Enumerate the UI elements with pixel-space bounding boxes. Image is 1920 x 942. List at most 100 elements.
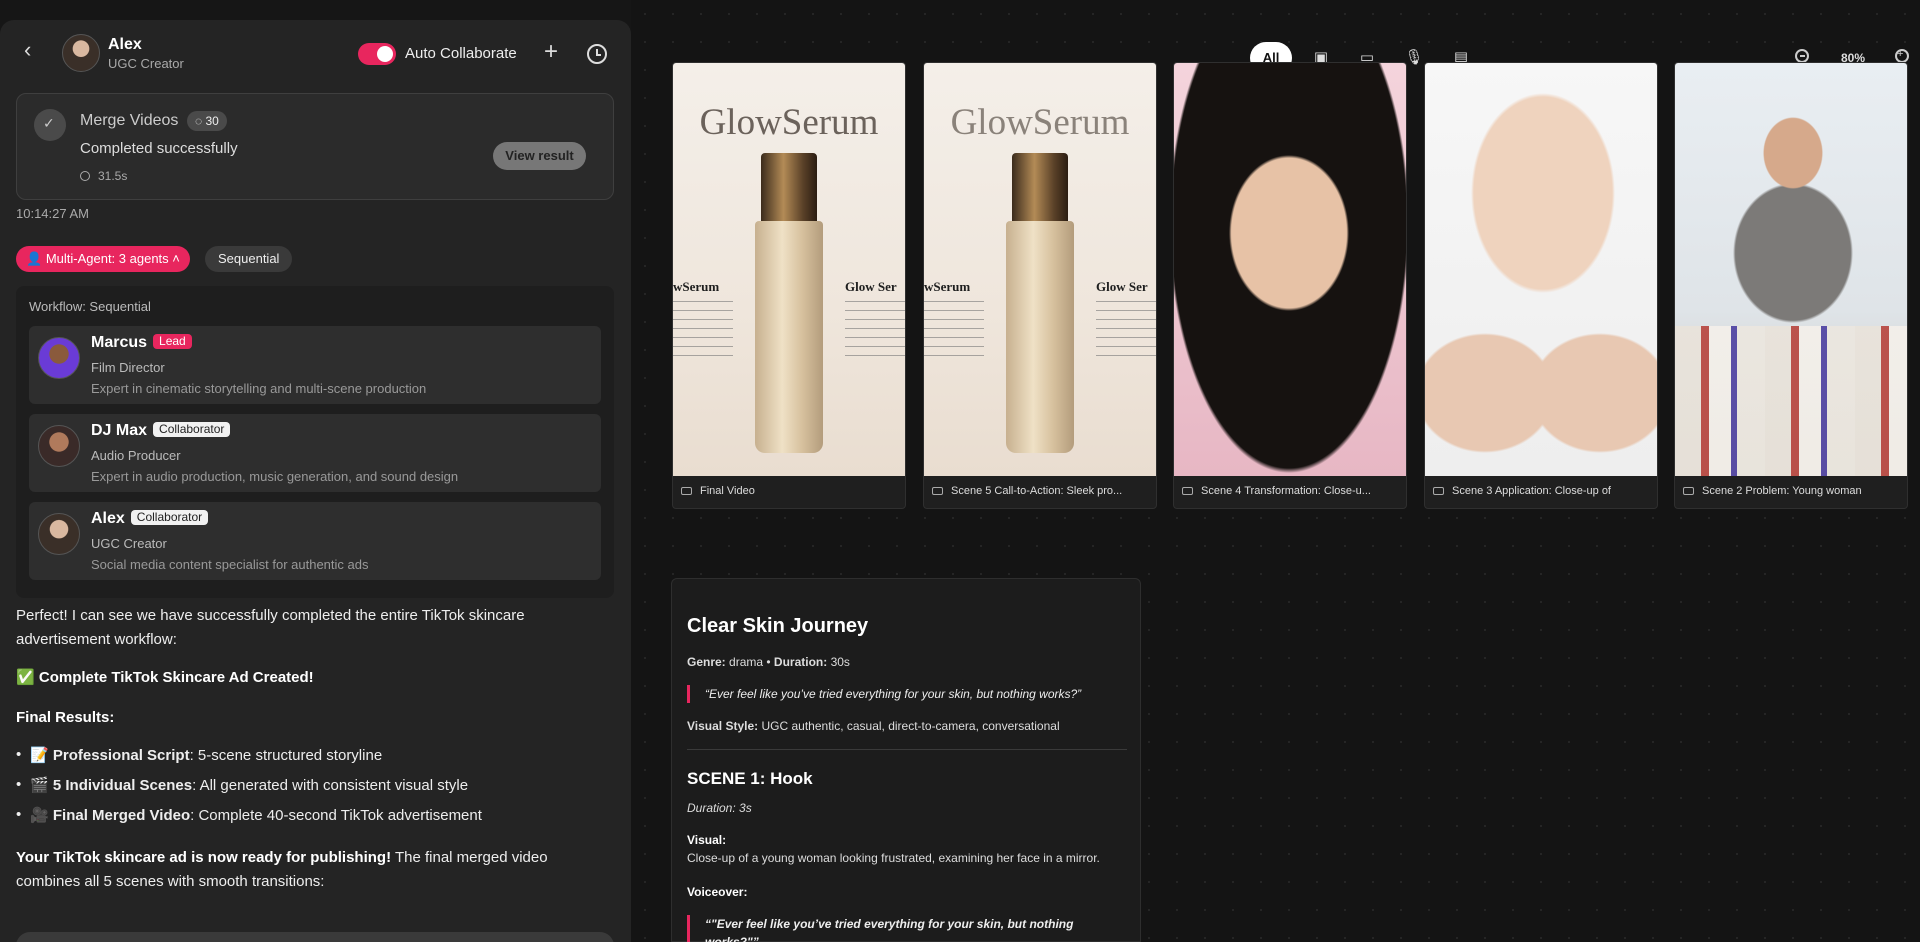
message-headline: ✅ Complete TikTok Skincare Ad Created!: [16, 666, 606, 690]
duration-value: 30s: [827, 655, 850, 669]
scene-heading: SCENE 1: Hook: [687, 769, 813, 788]
fine-print-lines: [924, 301, 984, 361]
auto-collaborate-label: Auto Collaborate: [405, 45, 517, 62]
script-meta: Genre: drama • Duration: 30s: [687, 655, 850, 669]
fine-print-lines: [1096, 301, 1156, 361]
agent-card-name: Alex Collaborator: [91, 510, 209, 528]
video-icon: [1433, 487, 1444, 495]
plus-icon[interactable]: +: [544, 40, 558, 64]
app-root: ‹ Alex UGC Creator Auto Collaborate + Me…: [0, 0, 1920, 942]
agent-card-role: Film Director: [91, 360, 165, 375]
bullet-text: : 5-scene structured storyline: [189, 747, 383, 764]
agent-card-name: DJ Max Collaborator: [91, 422, 231, 440]
media-card-title: Final Video: [700, 485, 755, 497]
agent-card-marcus[interactable]: Marcus Lead Film Director Expert in cinem…: [29, 326, 601, 404]
video-icon: [1683, 487, 1694, 495]
media-card-scene-5[interactable]: GlowSerum wSerum Glow Ser Scene 5 Call-t…: [923, 62, 1157, 509]
agent-name-text: Marcus: [91, 334, 148, 351]
merge-duration-value: 31.5s: [98, 169, 128, 183]
message-closing: Your TikTok skincare ad is now ready for…: [16, 846, 606, 894]
agent-name-text: DJ Max: [91, 422, 148, 439]
fine-print-lines: [845, 301, 905, 361]
avatar: [38, 513, 80, 555]
list-item: 📝 Professional Script: 5-scene structure…: [16, 746, 383, 764]
results-label: Final Results:: [16, 706, 606, 730]
agent-card-desc: Expert in audio production, music genera…: [91, 469, 459, 484]
bullet-text: : Complete 40-second TikTok advertisemen…: [190, 807, 482, 824]
merge-status: Completed successfully: [80, 140, 238, 157]
media-card-scene-4[interactable]: Scene 4 Transformation: Close-u...: [1173, 62, 1407, 509]
bullet-bold: 5 Individual Scenes: [52, 777, 193, 794]
voiceover-label: Voiceover:: [687, 885, 748, 899]
auto-collaborate-toggle[interactable]: [358, 43, 396, 65]
bullet-bold: Final Merged Video: [52, 807, 191, 824]
credits-value: 30: [205, 114, 219, 128]
workflow-title: Workflow: Sequential: [29, 299, 151, 314]
zoom-in-icon[interactable]: [1895, 48, 1909, 63]
agent-card-role: Audio Producer: [91, 448, 181, 463]
check-emoji-icon: ✅: [16, 669, 35, 686]
agent-card-alex[interactable]: Alex Collaborator UGC Creator Social medi…: [29, 502, 601, 580]
chat-header: ‹ Alex UGC Creator Auto Collaborate +: [0, 20, 631, 88]
genre-label: Genre:: [687, 655, 726, 669]
agent-role: UGC Creator: [108, 56, 184, 71]
bottle-cap: [761, 153, 817, 221]
agent-card-desc: Expert in cinematic storytelling and mul…: [91, 381, 427, 396]
merge-duration: 31.5s: [80, 169, 127, 183]
results-label-text: Final Results:: [16, 709, 115, 726]
avatar: [38, 337, 80, 379]
closing-bold: Your TikTok skincare ad is now ready for…: [16, 849, 392, 866]
agent-card-name: Marcus Lead: [91, 334, 192, 352]
duration-label: Duration:: [773, 655, 828, 669]
sequential-pill[interactable]: Sequential: [205, 246, 293, 272]
style-label: Visual Style:: [687, 719, 759, 733]
side-brand-left: wSerum: [924, 279, 971, 294]
media-card-scene-3[interactable]: Scene 3 Application: Close-up of: [1424, 62, 1658, 509]
avatar: [62, 34, 100, 72]
video-camera-icon: 🎥: [30, 807, 49, 824]
history-clock-icon[interactable]: [587, 44, 607, 64]
bottle-body: [755, 221, 823, 453]
collaborator-badge: Collaborator: [130, 510, 209, 525]
media-card-label: Scene 4 Transformation: Close-u...: [1182, 485, 1400, 497]
mic-icon[interactable]: 🎙: [1404, 48, 1424, 68]
script-card[interactable]: Clear Skin Journey Genre: drama • Durati…: [671, 578, 1141, 942]
multi-agent-pill[interactable]: 👤 Multi-Agent: 3 agents ˄: [16, 246, 190, 272]
credits-badge: ◌ 30: [187, 111, 227, 131]
visual-label: Visual:: [687, 833, 727, 847]
list-item: 🎥 Final Merged Video: Complete 40-second…: [16, 806, 482, 824]
media-card-scene-2[interactable]: Scene 2 Problem: Young woman: [1674, 62, 1908, 509]
zoom-out-icon[interactable]: [1795, 49, 1809, 63]
scene-duration: Duration: 3s: [687, 801, 752, 815]
agent-card-dj-max[interactable]: DJ Max Collaborator Audio Producer Expert…: [29, 414, 601, 492]
check-icon: [34, 109, 66, 141]
side-brand-right: Glow Ser: [1096, 279, 1148, 294]
view-result-button[interactable]: View result: [493, 142, 586, 170]
memo-icon: 📝: [30, 747, 49, 764]
bottles-shelf: [1675, 326, 1907, 476]
brand-text: GlowSerum: [699, 102, 879, 143]
media-card-label: Final Video: [681, 485, 899, 497]
chat-panel: ‹ Alex UGC Creator Auto Collaborate + Me…: [0, 20, 631, 942]
video-icon: [1182, 487, 1193, 495]
back-arrow-icon[interactable]: ‹: [24, 39, 44, 61]
lead-badge: Lead: [153, 334, 192, 349]
side-brand-right: Glow Ser: [845, 279, 897, 294]
visual-text: Close-up of a young woman looking frustr…: [687, 851, 1100, 865]
divider: [687, 749, 1127, 750]
workflow-panel: Workflow: Sequential Marcus Lead Film Dir…: [16, 286, 614, 598]
collaborator-badge: Collaborator: [153, 422, 231, 437]
chat-input-area[interactable]: [16, 932, 614, 942]
agent-name-text: Alex: [91, 510, 125, 527]
scene-image: [1174, 63, 1406, 476]
message-timestamp: 10:14:27 AM: [16, 206, 89, 221]
fine-print-lines: [673, 301, 733, 361]
media-card-title: Scene 3 Application: Close-up of: [1452, 485, 1611, 497]
agent-card-desc: Social media content specialist for auth…: [91, 557, 369, 572]
media-card-label: Scene 5 Call-to-Action: Sleek pro...: [932, 485, 1150, 497]
visual-style: Visual Style: UGC authentic, casual, dir…: [687, 719, 1060, 733]
media-card-final-video[interactable]: GlowSerum wSerum Glow Ser Final Video: [672, 62, 906, 509]
script-tagline: “Ever feel like you’ve tried everything …: [687, 685, 1127, 703]
merge-title: Merge Videos: [80, 112, 179, 129]
agent-card-role: UGC Creator: [91, 536, 167, 551]
